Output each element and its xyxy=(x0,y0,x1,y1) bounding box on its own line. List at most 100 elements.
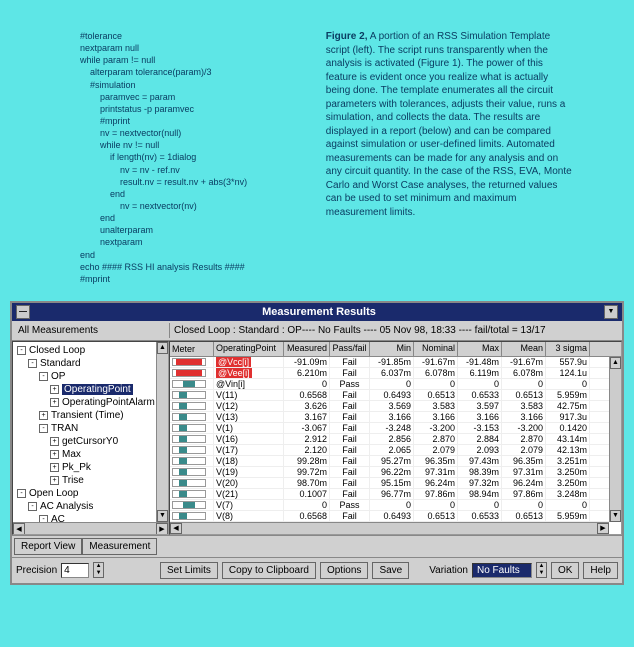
tree-node[interactable]: -OP xyxy=(15,370,166,383)
tree-node[interactable]: -Standard xyxy=(15,357,166,370)
table-row[interactable]: V(17)2.120Fail2.0652.0792.0932.07942.13m xyxy=(170,445,609,456)
measurement-tab[interactable]: Measurement xyxy=(82,538,157,555)
results-grid[interactable]: MeterOperatingPointMeasuredPass/failMinN… xyxy=(169,341,622,535)
expand-collapse-icon[interactable]: + xyxy=(50,398,59,407)
scroll-up-icon[interactable]: ▲ xyxy=(157,342,168,354)
table-row[interactable]: @Vin[i]0Pass00000 xyxy=(170,379,609,390)
expand-collapse-icon[interactable]: + xyxy=(50,450,59,459)
tree-node[interactable]: +Trise xyxy=(15,474,166,487)
expand-collapse-icon[interactable]: + xyxy=(50,463,59,472)
scroll-down-icon[interactable]: ▼ xyxy=(157,510,168,522)
cell: 0 xyxy=(370,379,414,389)
column-header[interactable]: Meter xyxy=(170,342,214,356)
cell: 0.6533 xyxy=(458,390,502,400)
help-button[interactable]: Help xyxy=(583,562,618,579)
cell: 96.35m xyxy=(414,456,458,466)
column-header[interactable]: 3 sigma xyxy=(546,342,590,356)
column-header[interactable]: Mean xyxy=(502,342,546,356)
cell: 6.119m xyxy=(458,368,502,378)
expand-collapse-icon[interactable]: + xyxy=(50,437,59,446)
column-header[interactable]: Pass/fail xyxy=(330,342,370,356)
cell: 0.6568 xyxy=(284,390,330,400)
table-row[interactable]: V(20)98.70mFail95.15m96.24m97.32m96.24m3… xyxy=(170,478,609,489)
table-row[interactable]: V(1)-3.067Fail-3.248-3.200-3.153-3.2000.… xyxy=(170,423,609,434)
scroll-left-icon[interactable]: ◀ xyxy=(170,523,182,534)
tree-node[interactable]: -Closed Loop xyxy=(15,344,166,357)
report-view-tab[interactable]: Report View xyxy=(14,538,82,555)
column-header[interactable]: Max xyxy=(458,342,502,356)
scroll-right-icon[interactable]: ▶ xyxy=(597,523,609,534)
expand-collapse-icon[interactable]: - xyxy=(39,372,48,381)
tree-node[interactable]: +getCursorY0 xyxy=(15,435,166,448)
expand-collapse-icon[interactable]: + xyxy=(39,411,48,420)
table-row[interactable]: V(8)0.6568Fail0.64930.65130.65330.65135.… xyxy=(170,511,609,522)
variation-value[interactable]: No Faults xyxy=(472,563,532,578)
cell: 0 xyxy=(458,379,502,389)
table-row[interactable]: V(12)3.626Fail3.5693.5833.5973.58342.75m xyxy=(170,401,609,412)
column-header[interactable]: OperatingPoint xyxy=(214,342,284,356)
save-button[interactable]: Save xyxy=(372,562,409,579)
cell: 6.210m xyxy=(284,368,330,378)
column-header[interactable]: Min xyxy=(370,342,414,356)
table-row[interactable]: V(19)99.72mFail96.22m97.31m98.39m97.31m3… xyxy=(170,467,609,478)
cell: 0 xyxy=(414,500,458,510)
ok-button[interactable]: OK xyxy=(551,562,579,579)
cell: Fail xyxy=(330,478,370,488)
variation-spinner[interactable]: ▲▼ xyxy=(536,562,547,578)
tree-node[interactable]: -AC Analysis xyxy=(15,500,166,513)
table-row[interactable]: V(7)0Pass00000 xyxy=(170,500,609,511)
tree-node[interactable]: +OperatingPoint xyxy=(15,383,166,396)
tree-node[interactable]: +Transient (Time) xyxy=(15,409,166,422)
set-limits-button[interactable]: Set Limits xyxy=(160,562,218,579)
expand-collapse-icon[interactable]: - xyxy=(28,502,37,511)
expand-collapse-icon[interactable]: - xyxy=(17,346,26,355)
precision-input[interactable] xyxy=(61,563,89,578)
scroll-right-icon[interactable]: ▶ xyxy=(156,523,168,535)
tree-vscrollbar[interactable]: ▲ ▼ xyxy=(156,342,168,522)
grid-hscrollbar[interactable]: ◀▶ xyxy=(170,522,609,534)
expand-collapse-icon[interactable]: - xyxy=(39,424,48,433)
cell: 2.884 xyxy=(458,434,502,444)
tree-node[interactable]: +Pk_Pk xyxy=(15,461,166,474)
tree-node[interactable]: -TRAN xyxy=(15,422,166,435)
table-row[interactable]: V(13)3.167Fail3.1663.1663.1663.166917.3u xyxy=(170,412,609,423)
expand-collapse-icon[interactable]: - xyxy=(28,359,37,368)
scroll-up-icon[interactable]: ▲ xyxy=(610,357,621,369)
table-row[interactable]: V(11)0.6568Fail0.64930.65130.65330.65135… xyxy=(170,390,609,401)
cell: 0.6493 xyxy=(370,511,414,521)
cell: 0 xyxy=(546,500,590,510)
scroll-down-icon[interactable]: ▼ xyxy=(610,510,621,522)
op-cell: V(1) xyxy=(214,423,284,433)
options-button[interactable]: Options xyxy=(320,562,368,579)
table-row[interactable]: V(21)0.1007Fail96.77m97.86m98.94m97.86m3… xyxy=(170,489,609,500)
titlebar-dropdown-icon[interactable]: ▼ xyxy=(604,305,618,319)
cell: 2.856 xyxy=(370,434,414,444)
column-header[interactable]: Nominal xyxy=(414,342,458,356)
grid-vscrollbar[interactable]: ▲▼ xyxy=(609,357,621,522)
tree-hscrollbar[interactable]: ◀ ▶ xyxy=(13,522,168,534)
precision-spinner[interactable]: ▲▼ xyxy=(93,562,104,578)
cell: 95.15m xyxy=(370,478,414,488)
scroll-left-icon[interactable]: ◀ xyxy=(13,523,25,535)
cell: 0 xyxy=(414,379,458,389)
table-row[interactable]: V(18)99.28mFail95.27m96.35m97.43m96.35m3… xyxy=(170,456,609,467)
measurement-tree[interactable]: -Closed Loop-Standard-OP+OperatingPoint+… xyxy=(12,341,169,535)
expand-collapse-icon[interactable]: - xyxy=(17,489,26,498)
cell: 99.28m xyxy=(284,456,330,466)
table-row[interactable]: V(16)2.912Fail2.8562.8702.8842.87043.14m xyxy=(170,434,609,445)
table-row[interactable]: @Vee[i]6.210mFail6.037m6.078m6.119m6.078… xyxy=(170,368,609,379)
tree-node[interactable]: +Max xyxy=(15,448,166,461)
copy-clipboard-button[interactable]: Copy to Clipboard xyxy=(222,562,316,579)
cell: Fail xyxy=(330,368,370,378)
column-header[interactable]: Measured xyxy=(284,342,330,356)
op-cell: @Vin[i] xyxy=(214,379,284,389)
tree-node[interactable]: +OperatingPointAlarm xyxy=(15,396,166,409)
table-row[interactable]: @Vcc[i]-91.09mFail-91.85m-91.67m-91.48m-… xyxy=(170,357,609,368)
meter-bar-icon xyxy=(172,391,206,399)
cell: 3.166 xyxy=(370,412,414,422)
cell: 3.583 xyxy=(414,401,458,411)
expand-collapse-icon[interactable]: + xyxy=(50,476,59,485)
expand-collapse-icon[interactable]: + xyxy=(50,385,59,394)
system-menu-icon[interactable]: — xyxy=(16,305,30,319)
tree-node[interactable]: -Open Loop xyxy=(15,487,166,500)
